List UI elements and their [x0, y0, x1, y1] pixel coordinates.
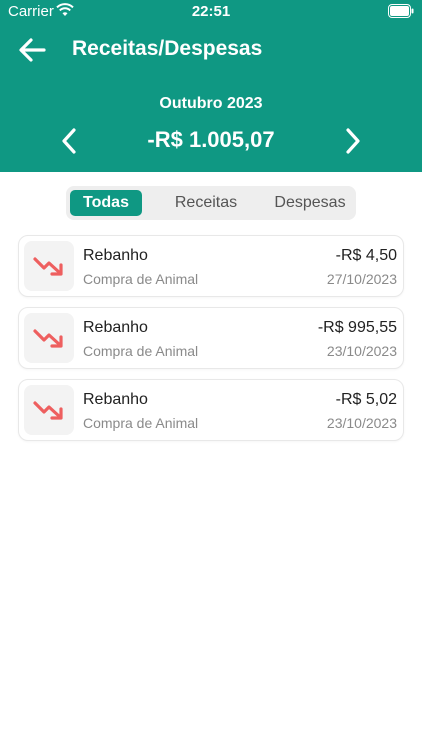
- transaction-amount: -R$ 995,55: [317, 319, 397, 336]
- transaction-date: 23/10/2023: [326, 343, 397, 359]
- transaction-category: Compra de Animal: [83, 271, 199, 287]
- transaction-item[interactable]: Rebanho Compra de Animal -R$ 4,50 27/10/…: [18, 235, 404, 297]
- header: Carrier 22:51 Receitas/Despesas Outubro …: [0, 0, 422, 172]
- transaction-icon-box: [24, 241, 74, 291]
- transaction-date: 23/10/2023: [326, 415, 397, 431]
- transaction-icon-box: [24, 313, 74, 363]
- page-title: Receitas/Despesas: [72, 37, 263, 60]
- back-arrow-icon[interactable]: [18, 37, 46, 63]
- transaction-amount: -R$ 4,50: [335, 247, 397, 264]
- transaction-date: 27/10/2023: [326, 271, 397, 287]
- transaction-title: Rebanho: [83, 391, 148, 408]
- chevron-right-icon[interactable]: [340, 126, 364, 156]
- transaction-title: Rebanho: [83, 319, 148, 336]
- filter-segmented-control: Todas Receitas Despesas: [66, 186, 356, 220]
- trending-down-icon: [33, 329, 63, 348]
- status-bar: Carrier 22:51: [0, 0, 422, 24]
- transaction-list: Rebanho Compra de Animal -R$ 4,50 27/10/…: [18, 235, 404, 451]
- transaction-amount: -R$ 5,02: [335, 391, 397, 408]
- status-time: 22:51: [191, 3, 231, 20]
- trending-down-icon: [33, 257, 63, 276]
- filter-todas[interactable]: Todas: [70, 190, 142, 216]
- battery-icon: [388, 4, 414, 18]
- transaction-title: Rebanho: [83, 247, 148, 264]
- transaction-category: Compra de Animal: [83, 415, 199, 431]
- trending-down-icon: [33, 401, 63, 420]
- transaction-category: Compra de Animal: [83, 343, 199, 359]
- filter-receitas[interactable]: Receitas: [166, 190, 246, 216]
- filter-despesas[interactable]: Despesas: [268, 190, 352, 216]
- transaction-icon-box: [24, 385, 74, 435]
- transaction-item[interactable]: Rebanho Compra de Animal -R$ 5,02 23/10/…: [18, 379, 404, 441]
- month-label: Outubro 2023: [159, 95, 263, 112]
- transaction-item[interactable]: Rebanho Compra de Animal -R$ 995,55 23/1…: [18, 307, 404, 369]
